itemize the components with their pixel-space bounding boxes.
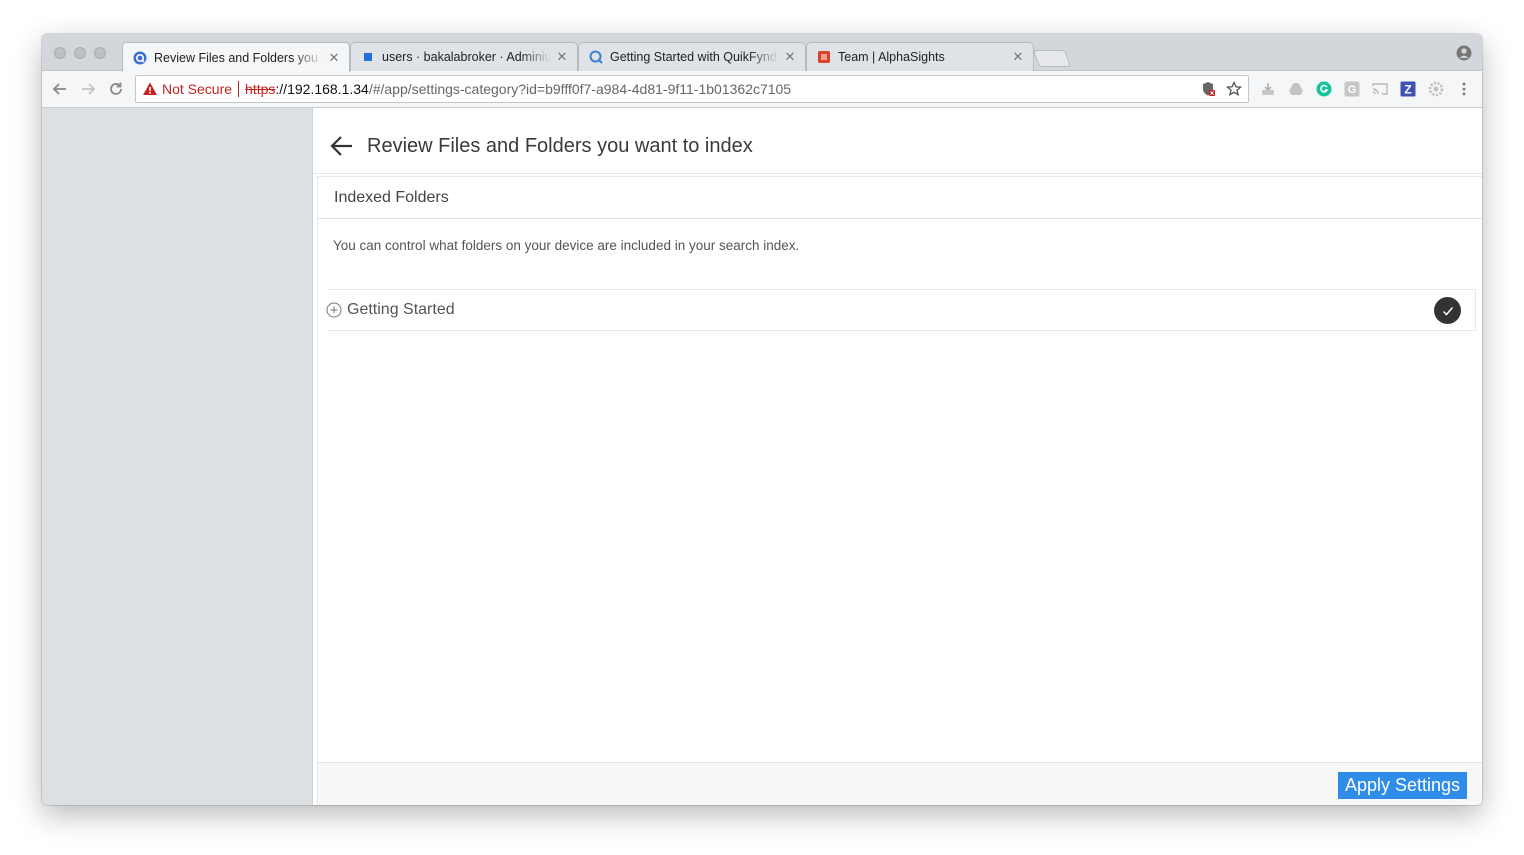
section-title: Indexed Folders [334,189,449,206]
blocked-content-icon[interactable] [1200,81,1216,100]
settings-extension-icon[interactable] [1427,80,1445,98]
url-host: ://192.168.1.34 [275,81,369,97]
tab-alphasights[interactable]: Team | AlphaSights ✕ [806,42,1034,71]
folder-label: Getting Started [347,301,455,318]
sidebar [42,108,312,805]
tab-close-icon[interactable]: ✕ [1011,49,1025,65]
warning-icon [142,81,158,97]
tab-close-icon[interactable]: ✕ [327,50,341,66]
tab-users-adminium[interactable]: users · bakalabroker · Adminium ✕ [350,42,578,71]
z-extension-letter: Z [1404,83,1411,97]
tab-strip: Review Files and Folders you want to ind… [42,34,1482,72]
url-path: /#/app/settings-category?id=b9fff0f7-a98… [368,81,792,97]
url-scheme: https [245,81,276,97]
section-header: Indexed Folders [317,176,1482,219]
folder-row[interactable]: Getting Started [326,289,1476,331]
tab-close-icon[interactable]: ✕ [555,49,569,65]
tab-title: Getting Started with QuikFynd [610,50,777,64]
tab-close-icon[interactable]: ✕ [783,49,797,65]
divider [238,81,240,97]
footer-bar: Apply Settings [317,762,1482,805]
tab-review-files[interactable]: Review Files and Folders you want to ind… [122,42,350,72]
quikfynd-icon [133,51,147,65]
adminium-icon [361,50,375,64]
reload-icon[interactable] [107,80,125,98]
browser-toolbar: Not Secure https://192.168.1.34/#/app/se… [42,71,1482,108]
checkmark-icon[interactable] [1434,297,1461,324]
tab-title: Review Files and Folders you want to ind… [154,50,323,65]
ext-download-icon[interactable] [1259,80,1277,98]
browser-window: Review Files and Folders you want to ind… [42,34,1482,805]
g-extension-icon[interactable]: G [1343,80,1361,98]
back-arrow-icon[interactable] [329,133,355,159]
page-content: Review Files and Folders you want to ind… [42,108,1482,805]
close-window-button[interactable] [54,47,66,59]
menu-icon[interactable] [1455,80,1473,98]
quikfynd-icon [589,50,603,64]
tab-getting-started[interactable]: Getting Started with QuikFynd ✕ [578,42,806,71]
minimize-window-button[interactable] [74,47,86,59]
new-tab-button[interactable] [1032,50,1072,67]
maximize-window-button[interactable] [94,47,106,59]
drive-icon[interactable] [1287,80,1305,98]
alphasights-icon [817,50,831,64]
grammarly-icon[interactable] [1315,80,1333,98]
divider [317,219,318,762]
profile-icon[interactable] [1456,45,1472,61]
address-bar[interactable]: Not Secure https://192.168.1.34/#/app/se… [135,75,1249,103]
g-extension-letter: G [1348,84,1357,96]
page-header: Review Files and Folders you want to ind… [313,108,1482,174]
page-title: Review Files and Folders you want to ind… [367,135,753,157]
tab-title: users · bakalabroker · Adminium [382,50,551,64]
z-extension-icon[interactable]: Z [1399,80,1417,98]
apply-settings-button[interactable]: Apply Settings [1338,772,1467,799]
main-panel: Review Files and Folders you want to ind… [312,108,1482,805]
forward-icon[interactable] [79,80,97,98]
expand-plus-icon[interactable] [326,302,342,318]
security-indicator[interactable]: Not Secure [162,81,232,97]
back-icon[interactable] [51,80,69,98]
bookmark-star-icon[interactable] [1225,80,1243,100]
section-description: You can control what folders on your dev… [333,238,800,253]
tab-title: Team | AlphaSights [838,50,945,64]
cast-icon[interactable] [1371,80,1389,98]
